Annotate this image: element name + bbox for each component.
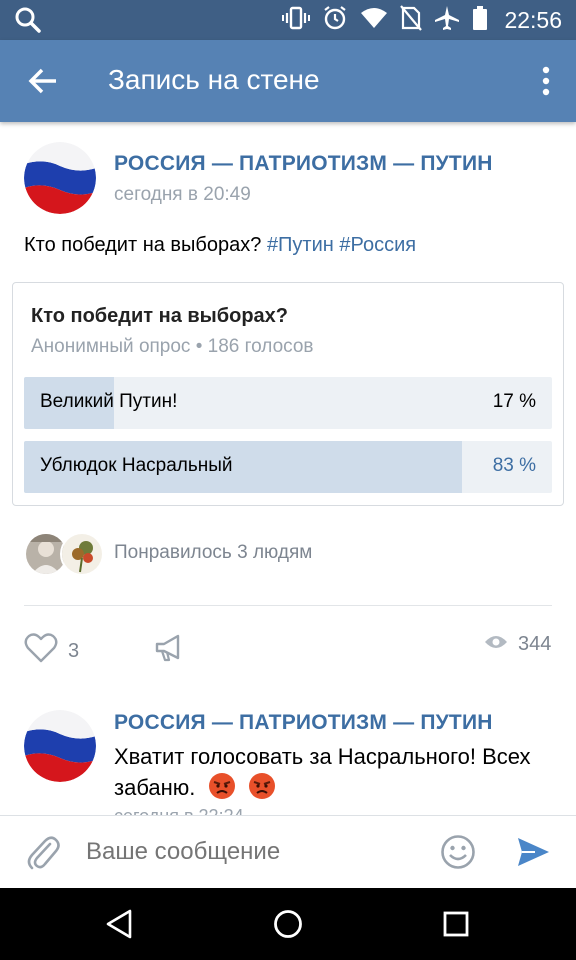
back-arrow-icon[interactable] bbox=[26, 64, 60, 98]
poll-meta: Анонимный опрос • 186 голосов bbox=[31, 336, 314, 357]
poll-option-label: Ублюдок Насральный bbox=[40, 455, 233, 476]
poll-option-percent: 83 % bbox=[492, 455, 536, 476]
group-avatar[interactable] bbox=[24, 710, 96, 782]
hashtag-link[interactable]: #Россия bbox=[339, 234, 416, 256]
angry-face-emoji bbox=[248, 772, 276, 808]
airplane-icon bbox=[434, 5, 460, 36]
poll: Кто победит на выборах? Анонимный опрос … bbox=[12, 282, 564, 506]
attach-icon[interactable] bbox=[26, 834, 60, 877]
search-icon[interactable] bbox=[14, 6, 42, 39]
comment-text: Хватит голосовать за Насрального! Всех з… bbox=[114, 741, 554, 808]
like-count: 3 bbox=[68, 639, 80, 662]
emoji-icon[interactable] bbox=[440, 834, 476, 875]
no-sim-icon bbox=[400, 4, 423, 36]
battery-icon bbox=[472, 5, 488, 36]
status-bar: 22:56 bbox=[0, 0, 576, 40]
eye-icon bbox=[484, 633, 508, 656]
comment-body: Хватит голосовать за Насрального! Всех з… bbox=[114, 744, 531, 800]
message-input[interactable] bbox=[86, 838, 416, 866]
nav-home-icon[interactable] bbox=[272, 908, 304, 940]
comment-date: сегодня в 22:24 bbox=[114, 806, 244, 815]
poll-option[interactable]: Ублюдок Насральный 83 % bbox=[24, 441, 552, 493]
clock: 22:56 bbox=[504, 6, 562, 33]
message-composer bbox=[0, 815, 576, 888]
megaphone-icon bbox=[154, 633, 186, 669]
angry-face-emoji bbox=[208, 772, 236, 808]
comment-author-link[interactable]: РОССИЯ — ПАТРИОТИЗМ — ПУТИН bbox=[114, 711, 493, 735]
more-vert-icon[interactable] bbox=[540, 66, 552, 96]
poll-option-label: Великий Путин! bbox=[40, 391, 178, 412]
poll-option[interactable]: Великий Путин! 17 % bbox=[24, 377, 552, 429]
comment: РОССИЯ — ПАТРИОТИЗМ — ПУТИН Хватит голос… bbox=[0, 702, 576, 815]
poll-option-percent: 17 % bbox=[492, 391, 536, 412]
group-name-link[interactable]: РОССИЯ — ПАТРИОТИЗМ — ПУТИН bbox=[114, 152, 493, 176]
nav-back-icon[interactable] bbox=[104, 908, 136, 940]
divider bbox=[24, 605, 552, 606]
likers-row[interactable]: Понравилось 3 людям bbox=[24, 532, 564, 576]
likes-summary: Понравилось 3 людям bbox=[114, 542, 313, 563]
liker-avatar[interactable] bbox=[60, 532, 104, 576]
share-button[interactable] bbox=[154, 633, 186, 669]
poll-question: Кто победит на выборах? bbox=[31, 305, 289, 327]
group-avatar[interactable] bbox=[24, 142, 96, 214]
views-counter: 344 bbox=[484, 633, 551, 656]
send-icon[interactable] bbox=[515, 834, 551, 875]
page-title: Запись на стене bbox=[108, 64, 320, 95]
hashtag-link[interactable]: #Путин bbox=[267, 234, 334, 256]
wifi-icon bbox=[360, 6, 388, 35]
view-count: 344 bbox=[518, 633, 552, 655]
post-date: сегодня в 20:49 bbox=[114, 184, 251, 205]
post-text-body: Кто победит на выборах? bbox=[24, 234, 262, 256]
vibrate-icon bbox=[282, 5, 311, 36]
nav-recents-icon[interactable] bbox=[440, 908, 472, 940]
app-bar: Запись на стене bbox=[0, 40, 576, 122]
post-text: Кто победит на выборах? #Путин #Россия bbox=[24, 234, 416, 257]
alarm-icon bbox=[322, 5, 348, 36]
heart-icon bbox=[24, 633, 58, 669]
system-nav-bar bbox=[0, 888, 576, 960]
post-actions: 3 344 bbox=[0, 627, 576, 671]
like-button[interactable]: 3 bbox=[24, 633, 79, 669]
